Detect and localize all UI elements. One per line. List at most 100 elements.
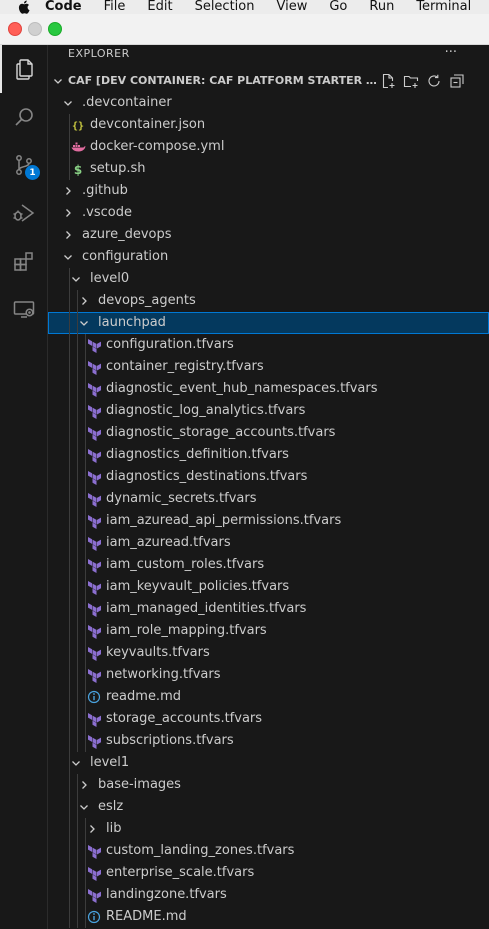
tree-file[interactable]: iam_managed_identities.tfvars xyxy=(48,598,489,620)
indent-guide xyxy=(77,444,78,466)
explorer-icon xyxy=(15,59,33,80)
chevron-down-icon[interactable] xyxy=(62,251,74,263)
refresh-explorer-button[interactable] xyxy=(426,73,442,89)
tree-file[interactable]: landingzone.tfvars xyxy=(48,884,489,906)
tree-folder[interactable]: base-images xyxy=(48,774,489,796)
tree-folder[interactable]: level0 xyxy=(48,268,489,290)
tree-item-label: iam_azuread.tfvars xyxy=(106,535,231,550)
tree-folder[interactable]: .devcontainer xyxy=(48,92,489,114)
activity-run-debug[interactable] xyxy=(0,189,47,237)
chevron-down-icon[interactable] xyxy=(70,273,82,285)
tree-item-label: subscriptions.tfvars xyxy=(106,733,234,748)
explorer-title: EXPLORER xyxy=(68,47,130,60)
indent-guide xyxy=(69,884,70,906)
tree-item-label: storage_accounts.tfvars xyxy=(106,711,263,726)
tree-item-label: iam_custom_roles.tfvars xyxy=(106,557,265,572)
tree-folder[interactable]: configuration xyxy=(48,246,489,268)
apple-logo-icon[interactable] xyxy=(18,0,31,14)
terraform-icon xyxy=(86,535,102,551)
zoom-window-button[interactable] xyxy=(48,22,62,36)
chevron-right-icon[interactable] xyxy=(62,185,74,197)
new-file-button[interactable] xyxy=(380,73,396,89)
tree-folder[interactable]: eslz xyxy=(48,796,489,818)
indent-guide xyxy=(77,334,78,356)
tree-file[interactable]: docker-compose.yml xyxy=(48,136,489,158)
tree-file[interactable]: container_registry.tfvars xyxy=(48,356,489,378)
indent-guide xyxy=(69,334,70,356)
tree-file[interactable]: storage_accounts.tfvars xyxy=(48,708,489,730)
chevron-right-icon[interactable] xyxy=(78,779,90,791)
tree-file[interactable]: README.md xyxy=(48,906,489,928)
activity-remote-explorer[interactable] xyxy=(0,285,47,333)
tree-folder[interactable]: devops_agents xyxy=(48,290,489,312)
explorer-more-actions-button[interactable]: ··· xyxy=(445,45,457,61)
tree-file[interactable]: networking.tfvars xyxy=(48,664,489,686)
new-folder-button[interactable] xyxy=(403,73,419,89)
menu-edit[interactable]: Edit xyxy=(147,0,172,14)
menu-code[interactable]: Code xyxy=(45,0,82,14)
window-title-bar xyxy=(0,14,489,45)
menu-selection[interactable]: Selection xyxy=(195,0,255,14)
indent-guide xyxy=(69,466,70,488)
tree-file[interactable]: custom_landing_zones.tfvars xyxy=(48,840,489,862)
tree-file[interactable]: subscriptions.tfvars xyxy=(48,730,489,752)
tree-folder[interactable]: lib xyxy=(48,818,489,840)
tree-folder[interactable]: azure_devops xyxy=(48,224,489,246)
tree-item-label: level1 xyxy=(90,755,130,770)
activity-explorer[interactable] xyxy=(0,45,47,93)
indent-guide xyxy=(77,840,78,862)
chevron-right-icon[interactable] xyxy=(86,823,98,835)
chevron-down-icon[interactable] xyxy=(70,757,82,769)
tree-file[interactable]: {} devcontainer.json xyxy=(48,114,489,136)
tree-file[interactable]: iam_keyvault_policies.tfvars xyxy=(48,576,489,598)
chevron-down-icon[interactable] xyxy=(62,97,74,109)
tree-file[interactable]: diagnostic_event_hub_namespaces.tfvars xyxy=(48,378,489,400)
tree-folder[interactable]: launchpad xyxy=(48,312,489,334)
tree-folder[interactable]: .github xyxy=(48,180,489,202)
tree-item-label: diagnostic_log_analytics.tfvars xyxy=(106,403,306,418)
close-window-button[interactable] xyxy=(8,22,22,36)
tree-item-label: diagnostic_storage_accounts.tfvars xyxy=(106,425,336,440)
tree-file[interactable]: dynamic_secrets.tfvars xyxy=(48,488,489,510)
tree-file[interactable]: iam_azuread.tfvars xyxy=(48,532,489,554)
menu-go[interactable]: Go xyxy=(329,0,347,14)
tree-file[interactable]: diagnostics_destinations.tfvars xyxy=(48,466,489,488)
tree-file[interactable]: iam_azuread_api_permissions.tfvars xyxy=(48,510,489,532)
activity-bar: 1 xyxy=(0,45,48,929)
activity-source-control[interactable]: 1 xyxy=(0,141,47,189)
tree-file[interactable]: diagnostic_log_analytics.tfvars xyxy=(48,400,489,422)
collapse-folders-button[interactable] xyxy=(449,73,465,89)
tree-file[interactable]: iam_custom_roles.tfvars xyxy=(48,554,489,576)
chevron-down-icon[interactable] xyxy=(78,317,90,329)
tree-file[interactable]: configuration.tfvars xyxy=(48,334,489,356)
tree-file[interactable]: keyvaults.tfvars xyxy=(48,642,489,664)
tree-folder[interactable]: .vscode xyxy=(48,202,489,224)
chevron-right-icon[interactable] xyxy=(62,207,74,219)
chevron-right-icon[interactable] xyxy=(62,229,74,241)
minimize-window-button[interactable] xyxy=(28,22,42,36)
menu-file[interactable]: File xyxy=(104,0,126,14)
tree-folder[interactable]: level1 xyxy=(48,752,489,774)
tree-file[interactable]: diagnostic_storage_accounts.tfvars xyxy=(48,422,489,444)
activity-extensions[interactable] xyxy=(0,237,47,285)
menu-terminal[interactable]: Terminal xyxy=(416,0,471,14)
menu-view[interactable]: View xyxy=(276,0,307,14)
tree-file[interactable]: iam_role_mapping.tfvars xyxy=(48,620,489,642)
menu-run[interactable]: Run xyxy=(369,0,394,14)
tree-item-label: iam_keyvault_policies.tfvars xyxy=(106,579,290,594)
tree-file[interactable]: $ setup.sh xyxy=(48,158,489,180)
activity-search[interactable] xyxy=(0,93,47,141)
source-control-badge: 1 xyxy=(25,165,40,180)
tree-file[interactable]: readme.md xyxy=(48,686,489,708)
macos-menu-bar: Code File Edit Selection View Go Run Ter… xyxy=(0,0,489,14)
chevron-down-icon[interactable] xyxy=(78,801,90,813)
indent-guide xyxy=(69,796,70,818)
tree-item-label: diagnostic_event_hub_namespaces.tfvars xyxy=(106,381,378,396)
workspace-section-header[interactable]: CAF [DEV CONTAINER: CAF PLATFORM STARTER… xyxy=(48,70,489,92)
chevron-right-icon[interactable] xyxy=(78,295,90,307)
tree-item-label: diagnostics_destinations.tfvars xyxy=(106,469,308,484)
tree-item-label: landingzone.tfvars xyxy=(106,887,227,902)
tree-file[interactable]: enterprise_scale.tfvars xyxy=(48,862,489,884)
indent-guide xyxy=(69,576,70,598)
tree-file[interactable]: diagnostics_definition.tfvars xyxy=(48,444,489,466)
